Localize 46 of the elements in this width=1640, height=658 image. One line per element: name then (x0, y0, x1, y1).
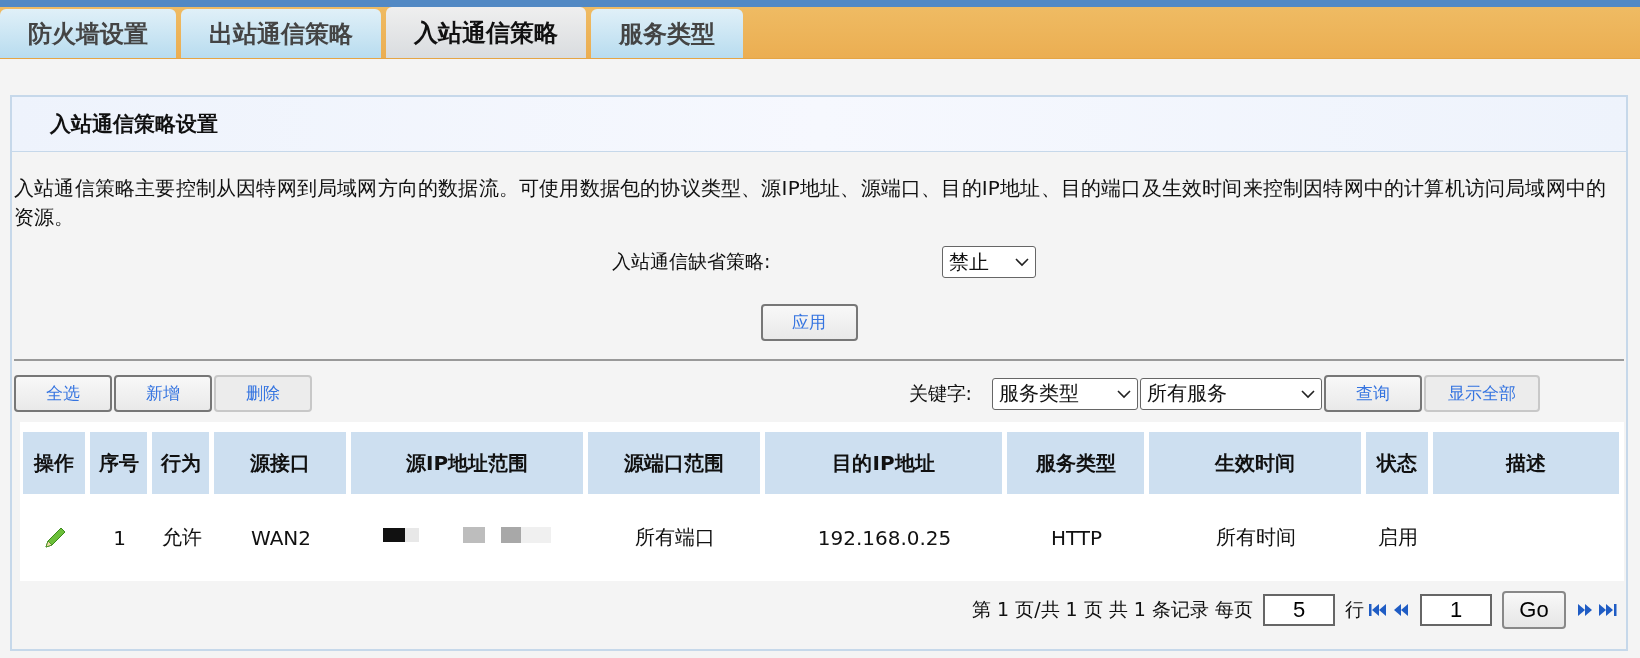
field-label: 入站通信缺省策略: (612, 249, 772, 274)
table-cell-text: WAN2 (249, 524, 313, 552)
keyword-select[interactable]: 服务类型 (992, 377, 1138, 410)
first-page-icon[interactable] (1368, 602, 1388, 618)
page-size-field[interactable]: 5 (1263, 594, 1335, 626)
table-cell-text: 所有端口 (634, 524, 716, 551)
tab[interactable]: 出站通信策略 (181, 9, 381, 58)
column-header: 状态 (1366, 432, 1430, 494)
chevron-down-icon[interactable] (1015, 257, 1029, 267)
rows-label: 行 (1345, 597, 1364, 622)
chevron-down-icon[interactable] (1301, 388, 1315, 399)
page-number-field[interactable]: 1 (1420, 594, 1492, 626)
table-cell-text: 192.168.0.25 (816, 524, 953, 552)
next-page-icon[interactable] (1576, 602, 1594, 618)
go-button[interactable]: Go (1502, 591, 1566, 629)
column-header: 操作 (23, 432, 87, 494)
previous-page-icon[interactable] (1392, 602, 1410, 618)
table-cell-text: HTTP (1049, 524, 1104, 552)
column-header: 生效时间 (1149, 432, 1363, 494)
toolbar-button[interactable]: 新增 (114, 375, 212, 412)
last-page-icon[interactable] (1598, 602, 1618, 618)
service-select[interactable]: 所有服务 (1140, 377, 1322, 410)
table-cell-text: 所有时间 (1215, 524, 1297, 551)
column-header: 源接口 (214, 432, 348, 494)
column-header: 源IP地址范围 (351, 432, 585, 494)
column-header: 序号 (90, 432, 149, 494)
chevron-down-icon[interactable] (1117, 388, 1131, 399)
toolbar-button[interactable]: 全选 (14, 375, 112, 412)
column-header: 描述 (1433, 432, 1621, 494)
tab[interactable]: 防火墙设置 (0, 9, 176, 58)
policy-select[interactable]: 禁止 (942, 246, 1036, 278)
table-cell-text: 允许 (160, 524, 203, 551)
tab[interactable]: 服务类型 (591, 9, 743, 58)
table-cell-text: 1 (112, 524, 127, 552)
tab[interactable]: 入站通信策略 (386, 7, 586, 58)
column-header: 源端口范围 (588, 432, 762, 494)
apply-button[interactable]: 应用 (760, 304, 858, 341)
description-text: 入站通信策略主要控制从因特网到局域网方向的数据流。可使用数据包的协议类型、源IP地址、源端口、目的IP地址、目的端口及生效时间来控制因特网中的计算机访问局域网中的资源。 (14, 175, 1608, 231)
column-header: 目的IP地址 (765, 432, 1004, 494)
keyword-label: 关键字: (908, 380, 972, 406)
column-header: 服务类型 (1007, 432, 1146, 494)
column-header: 行为 (152, 432, 211, 494)
page-info: 第 1 页/共 1 页 共 1 条记录 每页 (972, 597, 1253, 622)
search-button[interactable]: 查询 (1324, 375, 1422, 412)
panel-title: 入站通信策略设置 (12, 97, 1626, 152)
table-cell-text: 启用 (1377, 524, 1419, 551)
